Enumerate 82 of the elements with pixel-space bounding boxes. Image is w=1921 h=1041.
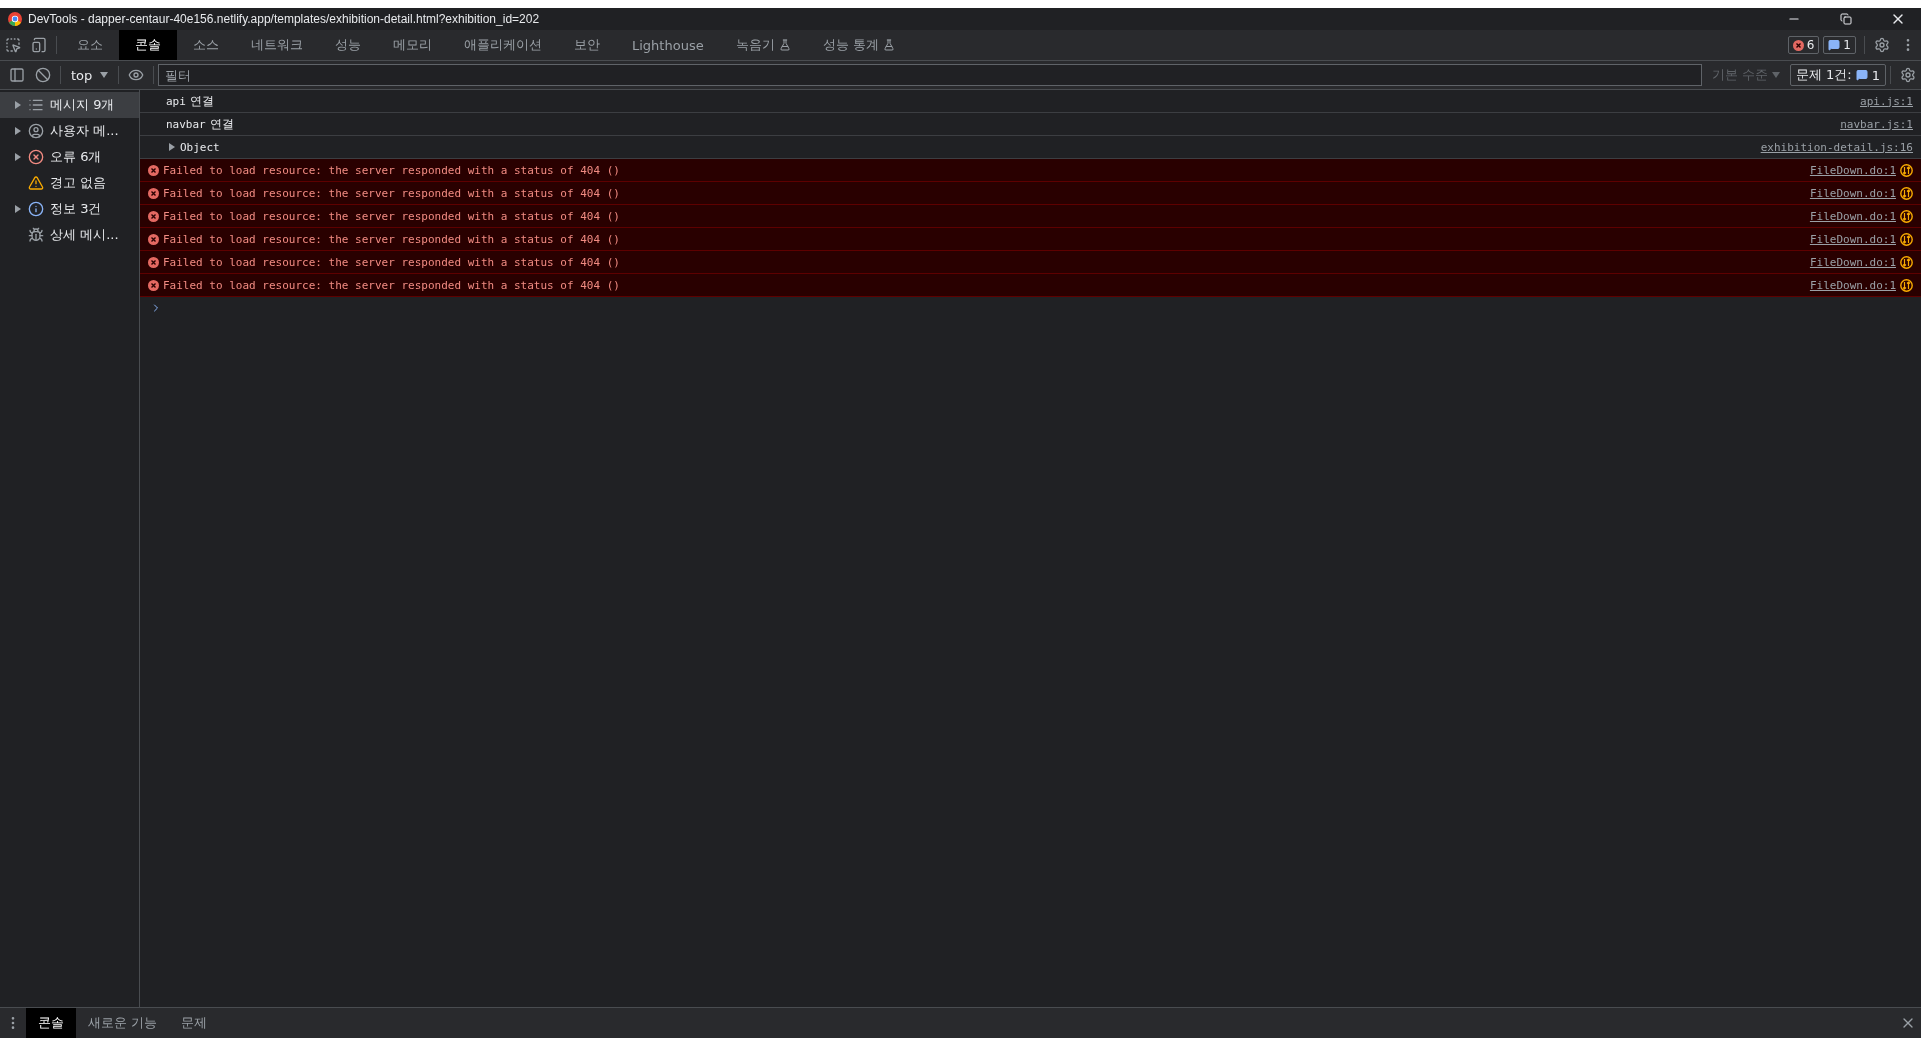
panel-tab[interactable]: 요소: [61, 30, 119, 60]
network-arrows-icon[interactable]: [1900, 278, 1913, 292]
warning-icon: [28, 175, 44, 191]
sidebar-label: 사용자 메...: [50, 122, 119, 140]
message-text: Failed to load resource: the server responded with a status of 404 (): [163, 209, 621, 223]
network-arrows-icon[interactable]: [1900, 232, 1913, 246]
sidebar-item[interactable]: 경고 없음: [0, 170, 139, 196]
error-icon: [148, 279, 159, 291]
network-arrows-icon[interactable]: [1900, 163, 1913, 177]
error-icon: [148, 210, 159, 222]
drawer-tab[interactable]: 문제: [169, 1008, 220, 1038]
sidebar-item[interactable]: 메시지 9개: [0, 92, 139, 118]
panel-tab[interactable]: Lighthouse: [616, 30, 720, 60]
source-link[interactable]: exhibition-detail.js:16: [1760, 140, 1913, 154]
panel-tab[interactable]: 네트워크: [235, 30, 319, 60]
panel-tab[interactable]: 보안: [558, 30, 616, 60]
user-icon: [28, 123, 44, 139]
panel-tab[interactable]: 콘솔: [119, 30, 177, 60]
network-arrows-icon[interactable]: [1900, 186, 1913, 200]
sidebar-item[interactable]: 상세 메시...: [0, 222, 139, 248]
network-arrows-icon[interactable]: [1900, 209, 1913, 223]
message-text: api 연결: [166, 92, 215, 110]
expand-arrow-icon[interactable]: [14, 127, 22, 135]
expand-arrow-icon[interactable]: [14, 101, 22, 109]
info-icon: [28, 201, 44, 217]
source-link[interactable]: FileDown.do:1: [1809, 209, 1896, 223]
sidebar-label: 오류 6개: [50, 148, 102, 166]
message-text: Failed to load resource: the server responded with a status of 404 (): [163, 163, 621, 177]
expand-arrow-icon[interactable]: [168, 143, 176, 151]
source-link[interactable]: FileDown.do:1: [1809, 163, 1896, 177]
sidebar-label: 정보 3건: [50, 200, 102, 218]
restore-icon[interactable]: [1840, 13, 1852, 25]
source-link[interactable]: navbar.js:1: [1840, 117, 1913, 131]
sidebar-item[interactable]: 오류 6개: [0, 144, 139, 170]
message-text: Failed to load resource: the server responded with a status of 404 (): [163, 232, 621, 246]
panel-tab[interactable]: 애플리케이션: [448, 30, 558, 60]
list-icon: [28, 97, 44, 113]
panel-tab[interactable]: 소스: [177, 30, 235, 60]
message-text: Failed to load resource: the server responded with a status of 404 (): [163, 255, 621, 269]
source-link[interactable]: FileDown.do:1: [1809, 232, 1896, 246]
panel-tab[interactable]: 녹음기: [719, 30, 807, 60]
error-icon: [1792, 39, 1804, 51]
source-link[interactable]: FileDown.do:1: [1809, 186, 1896, 200]
context-dropdown[interactable]: top: [65, 67, 115, 83]
message-text: Object: [180, 140, 221, 154]
flask-icon: [882, 39, 895, 51]
network-arrows-icon[interactable]: [1900, 255, 1913, 269]
error-counter[interactable]: 6: [1787, 36, 1820, 54]
panel-tab[interactable]: 성능 통계: [806, 30, 911, 60]
message-text: navbar 연결: [166, 115, 235, 133]
source-link[interactable]: FileDown.do:1: [1809, 255, 1896, 269]
error-icon: [148, 256, 159, 268]
message-icon: [1855, 69, 1868, 81]
filter-field[interactable]: 필터: [158, 64, 1702, 86]
drawer-tab[interactable]: 새로운 기능: [76, 1008, 170, 1038]
issues-counter[interactable]: 문제 1건: 1: [1789, 64, 1886, 86]
message-text: Failed to load resource: the server responded with a status of 404 (): [163, 186, 621, 200]
expand-arrow-icon[interactable]: [14, 153, 22, 161]
flask-icon: [778, 39, 791, 51]
caret-icon: [100, 72, 109, 78]
error-icon: [148, 164, 159, 176]
source-link[interactable]: api.js:1: [1860, 94, 1913, 108]
browser-logo-icon: [8, 12, 22, 26]
panel-tab[interactable]: 성능: [319, 30, 377, 60]
error-icon: [148, 187, 159, 199]
error-icon: [148, 233, 159, 245]
sidebar-item[interactable]: 사용자 메...: [0, 118, 139, 144]
panel-tab[interactable]: 메모리: [377, 30, 448, 60]
sidebar-item[interactable]: 정보 3건: [0, 196, 139, 222]
message-counter[interactable]: 1: [1823, 36, 1856, 54]
message-text: Failed to load resource: the server responded with a status of 404 (): [163, 278, 621, 292]
window-title: DevTools - dapper-centaur-40e156.netlify.app/templates/exhibition-detail.html?exhibition_id=202: [28, 12, 541, 26]
sidebar-label: 상세 메시...: [50, 226, 119, 244]
source-link[interactable]: FileDown.do:1: [1809, 278, 1896, 292]
expand-arrow-icon[interactable]: [14, 205, 22, 213]
message-icon: [1828, 39, 1841, 51]
caret-icon[interactable]: [1771, 72, 1780, 78]
error-icon: [28, 149, 44, 165]
drawer-tab[interactable]: 콘솔: [26, 1008, 76, 1038]
sidebar-label: 메시지 9개: [50, 96, 115, 114]
sidebar-label: 경고 없음: [50, 174, 107, 192]
bug-icon: [28, 227, 44, 243]
